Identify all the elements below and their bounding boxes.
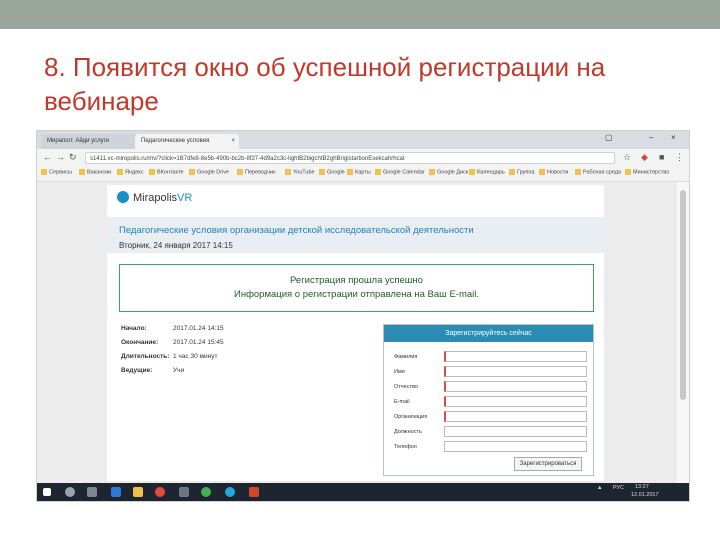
bookmark-item[interactable]: Новости	[539, 169, 568, 175]
organization-field[interactable]	[444, 411, 587, 422]
extension-icon[interactable]: ◆	[641, 152, 648, 163]
browser-screenshot: Мирапол: Айди услуги × Педагогические ус…	[36, 130, 690, 502]
user-icon[interactable]: ▢	[605, 133, 613, 142]
tab-label: Педагогические условия	[141, 138, 210, 144]
bookmark-item[interactable]: Сервисы	[41, 169, 72, 175]
slide-title: 8. Появится окно об успешной регистрации…	[44, 52, 606, 116]
info-row: Ведущие: Учи	[121, 367, 185, 374]
tab-strip: Мирапол: Айди услуги × Педагогические ус…	[37, 131, 689, 149]
field-row: Телефон	[394, 441, 589, 454]
logo-icon	[117, 191, 129, 203]
network-icon[interactable]: ▲	[597, 485, 602, 491]
first-name-field[interactable]	[444, 366, 587, 377]
bookmarks-bar: Сервисы Вакансии Яндекс ВКонтакте Google…	[37, 167, 689, 182]
registration-header: Зарегистрируйтесь сейчас	[384, 325, 593, 342]
scrollbar[interactable]	[677, 182, 689, 483]
webinar-card: MirapolisVR Педагогические условия орган…	[107, 185, 604, 481]
clock-date[interactable]: 12.01.2017	[631, 492, 659, 498]
bookmark-item[interactable]: Google Calendar	[375, 169, 425, 175]
close-icon[interactable]: ×	[231, 134, 235, 149]
webinar-title: Педагогические условия организации детск…	[119, 225, 474, 236]
webinar-info: Начало: 2017.01.24 14:15 Окончание: 2017.0…	[121, 325, 224, 381]
bookmark-item[interactable]: Группа	[509, 169, 534, 175]
email-field[interactable]	[444, 396, 587, 407]
address-bar[interactable]: s1411.vc-miropolis.ru/mv/?click=1B7dfe8-…	[85, 152, 615, 164]
chrome-icon[interactable]	[155, 487, 165, 497]
forward-icon[interactable]: →	[56, 152, 65, 162]
star-icon[interactable]: ☆	[623, 152, 631, 163]
patronymic-field[interactable]	[444, 381, 587, 392]
scrollbar-thumb[interactable]	[680, 190, 686, 400]
success-line: Регистрация прошла успешно	[290, 275, 423, 286]
field-row: Организация	[394, 411, 589, 424]
address-toolbar: ← → ↻ s1411.vc-miropolis.ru/mv/?click=1B…	[37, 149, 689, 167]
menu-icon[interactable]: ⋮	[675, 152, 684, 163]
field-row: Должность	[394, 426, 589, 439]
bookmark-item[interactable]: Google	[319, 169, 345, 175]
reload-icon[interactable]: ↻	[69, 152, 77, 163]
windows-start-icon[interactable]	[43, 488, 51, 496]
bookmark-item[interactable]: ВКонтакте	[149, 169, 183, 175]
bookmark-item[interactable]: Карты	[347, 169, 371, 175]
media-icon[interactable]	[179, 487, 189, 497]
field-row: Отчество	[394, 381, 589, 394]
webinar-date: Вторник, 24 января 2017 14:15	[119, 241, 233, 250]
taskbar: ▲ РУС 13:27 12.01.2017	[37, 483, 689, 501]
phone-field[interactable]	[444, 441, 587, 452]
info-row: Окончание: 2017.01.24 15:45	[121, 339, 224, 346]
search-icon[interactable]	[65, 487, 75, 497]
bookmark-item[interactable]: Переводчик	[237, 169, 275, 175]
register-button[interactable]: Зарегистрироваться	[514, 457, 582, 471]
bookmark-item[interactable]: Календарь	[469, 169, 505, 175]
bookmark-item[interactable]: Рабочая среда	[575, 169, 621, 175]
close-window-icon[interactable]: ×	[671, 133, 676, 142]
last-name-field[interactable]	[444, 351, 587, 362]
skype-icon[interactable]	[225, 487, 235, 497]
success-detail: Информация о регистрации отправлена на В…	[234, 289, 479, 300]
tab-miropol[interactable]: Мирапол: Айди услуги ×	[41, 134, 143, 149]
tab-label: Мирапол: Айди услуги	[47, 138, 110, 144]
bookmark-item[interactable]: Яндекс	[117, 169, 144, 175]
field-row: Имя	[394, 366, 589, 379]
info-row: Начало: 2017.01.24 14:15	[121, 325, 224, 332]
position-field[interactable]	[444, 426, 587, 437]
info-row: Длительность: 1 час 30 минут	[121, 353, 218, 360]
folder-icon[interactable]	[133, 487, 143, 497]
slide-top-bar	[0, 0, 720, 29]
success-message: Регистрация прошла успешно Информация о …	[119, 264, 594, 312]
bookmark-item[interactable]: Вакансии	[79, 169, 111, 175]
powerpoint-icon[interactable]	[249, 487, 259, 497]
registration-form: Зарегистрируйтесь сейчас Фамилия Имя Отч…	[383, 324, 594, 476]
whatsapp-icon[interactable]	[201, 487, 211, 497]
page-viewport: MirapolisVR Педагогические условия орган…	[37, 182, 677, 483]
tab-webinar[interactable]: Педагогические условия ×	[135, 134, 239, 149]
task-view-icon[interactable]	[87, 487, 97, 497]
extension-icon[interactable]: ■	[659, 152, 664, 162]
minimize-icon[interactable]: –	[649, 133, 653, 142]
bookmark-item[interactable]: Google Drive	[189, 169, 229, 175]
mirapolis-logo: MirapolisVR	[117, 191, 192, 204]
back-icon[interactable]: ←	[43, 152, 52, 162]
clock-time[interactable]: 13:27	[635, 484, 649, 490]
bookmark-item[interactable]: Министерство	[625, 169, 669, 175]
field-row: E-mail	[394, 396, 589, 409]
webinar-banner: Педагогические условия организации детск…	[107, 217, 604, 253]
bookmark-item[interactable]: Google Диск	[429, 169, 468, 175]
field-row: Фамилия	[394, 351, 589, 364]
language-indicator[interactable]: РУС	[613, 485, 624, 491]
edge-icon[interactable]	[111, 487, 121, 497]
bookmark-item[interactable]: YouTube	[285, 169, 315, 175]
